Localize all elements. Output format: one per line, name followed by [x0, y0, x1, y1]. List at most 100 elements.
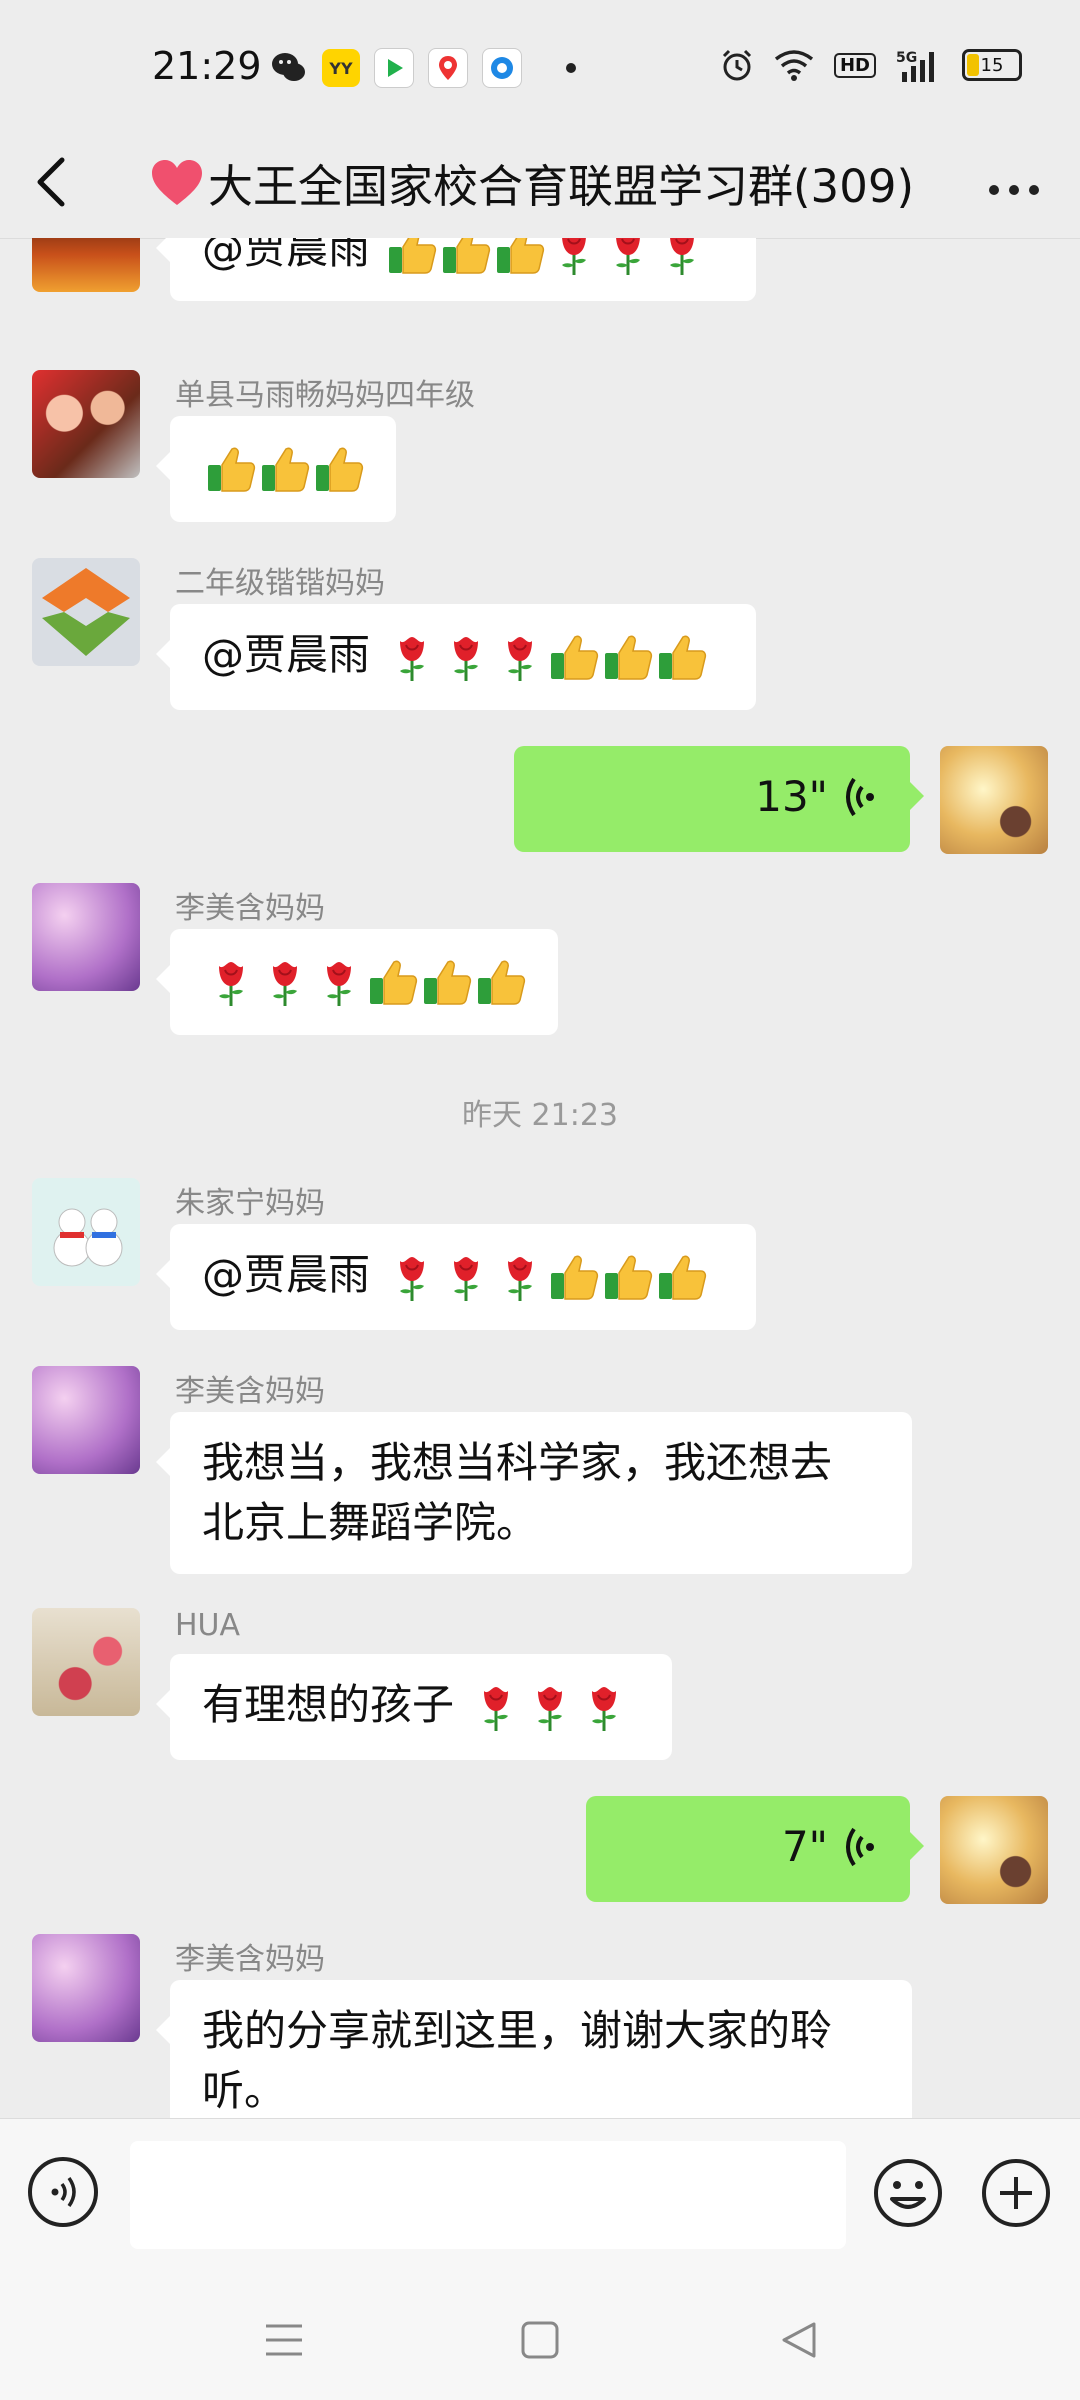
chat-title[interactable]: 大王全国家校合育联盟学习群(309)	[150, 150, 914, 215]
rose-emoji	[590, 1685, 618, 1732]
message-text: @贾晨雨	[202, 1250, 371, 1299]
message-input[interactable]	[130, 2141, 846, 2249]
thumbs-up-emoji	[658, 1255, 707, 1300]
emoji-row	[467, 1680, 629, 1732]
sender-name: HUA	[175, 1608, 241, 1643]
message-bubble[interactable]: @贾晨雨	[156, 238, 756, 301]
rose-emoji	[217, 960, 245, 1007]
thumbs-up-emoji	[550, 635, 599, 680]
system-nav-bar	[0, 2278, 1080, 2400]
emoji-row	[202, 955, 526, 1007]
more-notifications-dot	[566, 63, 576, 73]
message-bubble[interactable]	[156, 929, 558, 1035]
rose-emoji	[325, 960, 353, 1007]
wechat-icon	[272, 53, 305, 81]
message-list[interactable]: @贾晨雨 单县马雨畅妈妈四年级 二年级锴锴妈妈 @贾晨雨 13" 李美含妈妈 昨…	[0, 238, 1080, 2118]
signal-5g-icon: 5G	[896, 50, 934, 82]
message-bubble[interactable]: @贾晨雨	[156, 604, 756, 710]
thumbs-up-emoji	[496, 238, 545, 274]
voice-input-button[interactable]	[28, 2157, 98, 2227]
emoji-row	[383, 238, 707, 276]
emoji-row	[202, 442, 364, 492]
notification-icons: YY	[270, 48, 576, 88]
message-bubble[interactable]: @贾晨雨	[156, 1224, 756, 1330]
avatar[interactable]	[32, 558, 140, 666]
thumbs-up-emoji	[604, 1255, 653, 1300]
rose-emoji	[560, 238, 588, 276]
thumbs-up-emoji	[658, 635, 707, 680]
alarm-icon	[722, 49, 752, 81]
message-bubble[interactable]	[156, 416, 396, 522]
message-line: 听。	[202, 2066, 287, 2115]
thumbs-up-emoji	[442, 238, 491, 274]
thumbs-up-emoji	[604, 635, 653, 680]
browser-app-icon	[482, 48, 522, 88]
rose-emoji	[398, 1255, 426, 1302]
sender-name: 李美含妈妈	[175, 1374, 325, 1409]
message-bubble[interactable]: 我的分享就到这里，谢谢大家的聆 听。	[156, 1980, 912, 2118]
voice-message-bubble[interactable]: 13"	[514, 746, 924, 852]
plus-icon	[982, 2159, 1050, 2227]
status-time: 21:29	[152, 44, 262, 88]
thumbs-up-emoji	[207, 447, 256, 492]
rose-emoji	[536, 1685, 564, 1732]
my-avatar[interactable]	[940, 746, 1048, 854]
map-app-icon	[428, 48, 468, 88]
rose-emoji	[452, 1255, 480, 1302]
input-bar	[0, 2118, 1080, 2279]
home-icon[interactable]	[518, 2318, 562, 2362]
back-nav-icon[interactable]	[776, 2318, 820, 2362]
thumbs-up-emoji	[423, 960, 472, 1005]
avatar[interactable]	[32, 1934, 140, 2042]
svg-text:5G: 5G	[896, 50, 917, 66]
more-button[interactable]	[988, 160, 1040, 206]
rose-emoji	[506, 635, 534, 682]
more-icon	[989, 185, 1039, 195]
wifi-icon	[774, 50, 814, 81]
emoji-row	[383, 1250, 707, 1302]
avatar[interactable]	[32, 1366, 140, 1474]
voice-input-icon	[51, 2176, 76, 2208]
avatar[interactable]	[32, 1178, 140, 1286]
message-bubble[interactable]: 有理想的孩子	[156, 1654, 672, 1760]
battery-icon: 15	[962, 49, 1022, 81]
emoji-row	[383, 630, 707, 682]
rose-emoji	[482, 1685, 510, 1732]
sender-name: 二年级锴锴妈妈	[175, 566, 385, 601]
rose-emoji	[398, 635, 426, 682]
hd-icon: HD	[833, 52, 876, 78]
message-text: @贾晨雨	[202, 630, 371, 679]
rose-emoji	[614, 238, 642, 276]
emoji-button[interactable]	[872, 2157, 944, 2229]
thumbs-up-emoji	[261, 447, 310, 492]
message-line: 北京上舞蹈学院。	[202, 1498, 539, 1547]
heart-icon	[152, 159, 202, 205]
avatar[interactable]	[32, 238, 140, 292]
sender-name: 李美含妈妈	[175, 891, 325, 926]
back-button[interactable]	[34, 152, 94, 212]
avatar[interactable]	[32, 883, 140, 991]
message-line: 我的分享就到这里，谢谢大家的聆	[202, 2006, 833, 2055]
thumbs-up-emoji	[388, 238, 437, 274]
message-text: 有理想的孩子	[202, 1680, 455, 1729]
message-bubble[interactable]: 我想当，我想当科学家，我还想去 北京上舞蹈学院。	[156, 1412, 912, 1574]
thumbs-up-emoji	[477, 960, 526, 1005]
more-functions-button[interactable]	[980, 2157, 1052, 2229]
voice-duration: 13"	[755, 772, 828, 821]
rose-emoji	[668, 238, 696, 276]
voice-message-bubble[interactable]: 7"	[586, 1796, 924, 1902]
voice-play-icon	[846, 1827, 874, 1867]
avatar[interactable]	[32, 1608, 140, 1716]
sender-name: 李美含妈妈	[175, 1942, 325, 1977]
sender-name: 单县马雨畅妈妈四年级	[175, 378, 475, 413]
thumbs-up-emoji	[315, 447, 364, 492]
yy-app-icon: YY	[322, 49, 360, 87]
menu-icon[interactable]	[262, 2318, 306, 2362]
status-bar: 21:29 YY HD 5G 15	[0, 0, 1080, 130]
rose-emoji	[271, 960, 299, 1007]
chat-header: 大王全国家校合育联盟学习群(309)	[0, 130, 1080, 239]
battery-level: 15	[980, 54, 1004, 76]
avatar[interactable]	[32, 370, 140, 478]
my-avatar[interactable]	[940, 1796, 1048, 1904]
system-icons: HD 5G 15	[720, 48, 1022, 82]
